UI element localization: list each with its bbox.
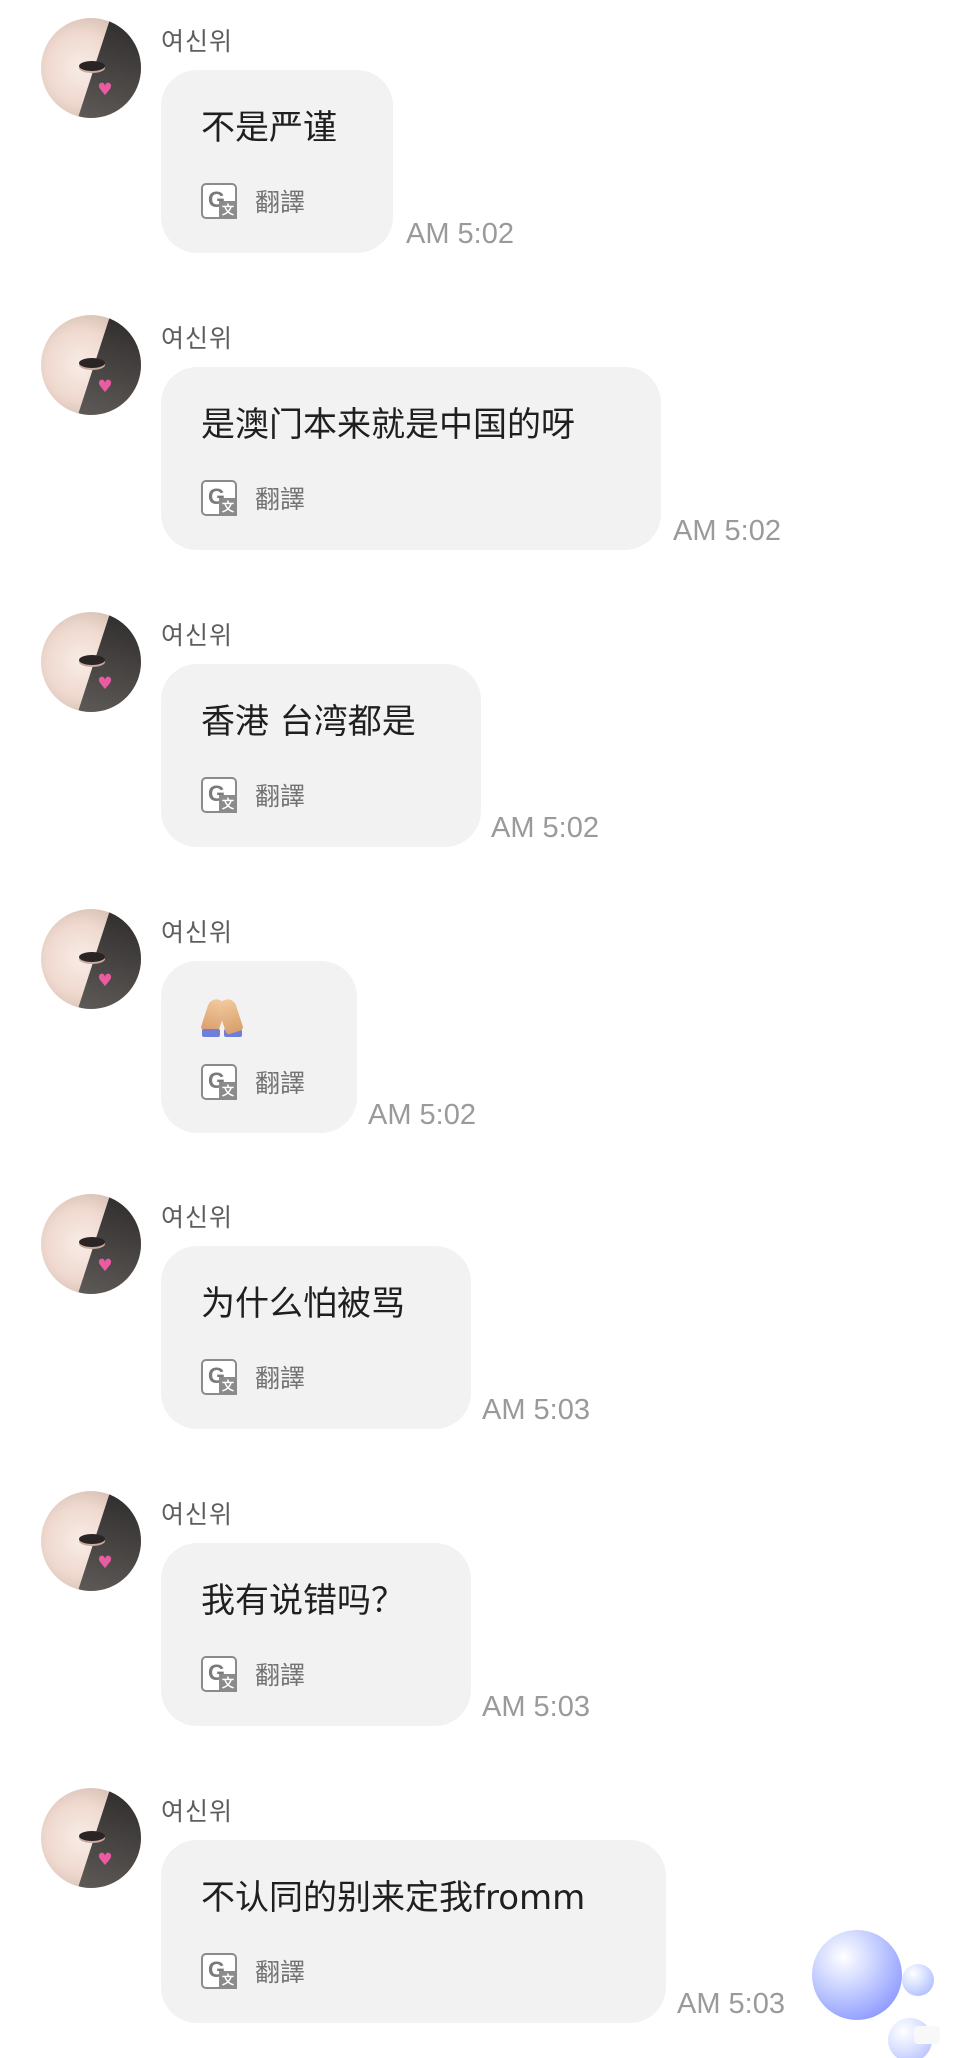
message-bubble[interactable]: 不认同的别来定我fromm G文 翻譯 [161,1840,666,2023]
translate-icon: G文 [201,183,237,219]
message-item: ♥ 여신위 香港 台湾都是 G文 翻譯 AM 5:02 [0,594,960,891]
translate-label: 翻譯 [255,1069,306,1098]
message-text: 不是严谨 [201,108,337,148]
avatar[interactable]: ♥ [41,612,141,712]
chat-thread: ♥ 여신위 不是严谨 G文 翻譯 AM 5:02 ♥ 여신위 是澳门本来就是中国… [0,0,960,2058]
message-time: AM 5:03 [482,1394,590,1426]
message-text: 香港 台湾都是 [201,702,416,742]
translate-icon: G文 [201,1953,237,1989]
message-bubble[interactable]: 是澳门本来就是中国的呀 G文 翻譯 [161,367,661,550]
translate-button[interactable]: G文 翻譯 [201,1953,305,1989]
translate-icon: G文 [201,480,237,516]
sender-name: 여신위 [161,1500,234,1529]
message-item: ♥ 여신위 为什么怕被骂 G文 翻譯 AM 5:03 [0,1176,960,1473]
message-bubble[interactable]: 为什么怕被骂 G文 翻譯 [161,1246,471,1429]
translate-button[interactable]: G文 翻譯 [201,1656,305,1692]
translate-button[interactable]: G文 翻譯 [201,480,305,516]
pray-icon [201,995,243,1037]
avatar[interactable]: ♥ [41,18,141,118]
message-time: AM 5:02 [406,218,514,250]
message-bubble[interactable]: 香港 台湾都是 G文 翻譯 [161,664,481,847]
message-time: AM 5:02 [673,515,781,547]
message-text: 不认同的别来定我fromm [201,1878,586,1918]
message-item: ♥ 여신위 G文 翻譯 AM 5:02 [0,891,960,1188]
message-text: 为什么怕被骂 [201,1284,405,1324]
translate-button[interactable]: G文 翻譯 [201,1359,305,1395]
avatar[interactable]: ♥ [41,1788,141,1888]
message-text: 是澳门本来就是中国的呀 [201,405,575,445]
sender-name: 여신위 [161,918,234,947]
message-item: ♥ 여신위 我有说错吗？ G文 翻譯 AM 5:03 [0,1473,960,1770]
avatar[interactable]: ♥ [41,315,141,415]
translate-icon: G文 [201,1064,237,1100]
avatar[interactable]: ♥ [41,909,141,1009]
message-time: AM 5:03 [482,1691,590,1723]
message-item: ♥ 여신위 不是严谨 G文 翻譯 AM 5:02 [0,0,960,297]
translate-label: 翻譯 [255,782,306,811]
message-time: AM 5:02 [368,1099,476,1131]
translate-label: 翻譯 [255,485,306,514]
sender-name: 여신위 [161,1203,234,1232]
translate-button[interactable]: G文 翻譯 [201,183,305,219]
sender-name: 여신위 [161,621,234,650]
translate-icon: G文 [201,777,237,813]
message-text: 我有说错吗？ [201,1581,405,1621]
corner-mark [914,2026,940,2044]
translate-button[interactable]: G文 翻譯 [201,777,305,813]
translate-button[interactable]: G文 翻譯 [201,1064,305,1100]
translate-label: 翻譯 [255,1958,306,1987]
message-bubble[interactable]: G文 翻譯 [161,961,357,1133]
message-time: AM 5:03 [677,1988,785,2020]
message-bubble[interactable]: 我有说错吗？ G文 翻譯 [161,1543,471,1726]
avatar[interactable]: ♥ [41,1491,141,1591]
translate-icon: G文 [201,1359,237,1395]
translate-label: 翻譯 [255,188,306,217]
message-item: ♥ 여신위 是澳门本来就是中国的呀 G文 翻譯 AM 5:02 [0,297,960,594]
avatar[interactable]: ♥ [41,1194,141,1294]
translate-icon: G文 [201,1656,237,1692]
message-time: AM 5:02 [491,812,599,844]
sender-name: 여신위 [161,1797,234,1826]
message-text [201,995,317,1050]
translate-label: 翻譯 [255,1364,306,1393]
sender-name: 여신위 [161,324,234,353]
translate-label: 翻譯 [255,1661,306,1690]
sender-name: 여신위 [161,27,234,56]
message-bubble[interactable]: 不是严谨 G文 翻譯 [161,70,393,253]
